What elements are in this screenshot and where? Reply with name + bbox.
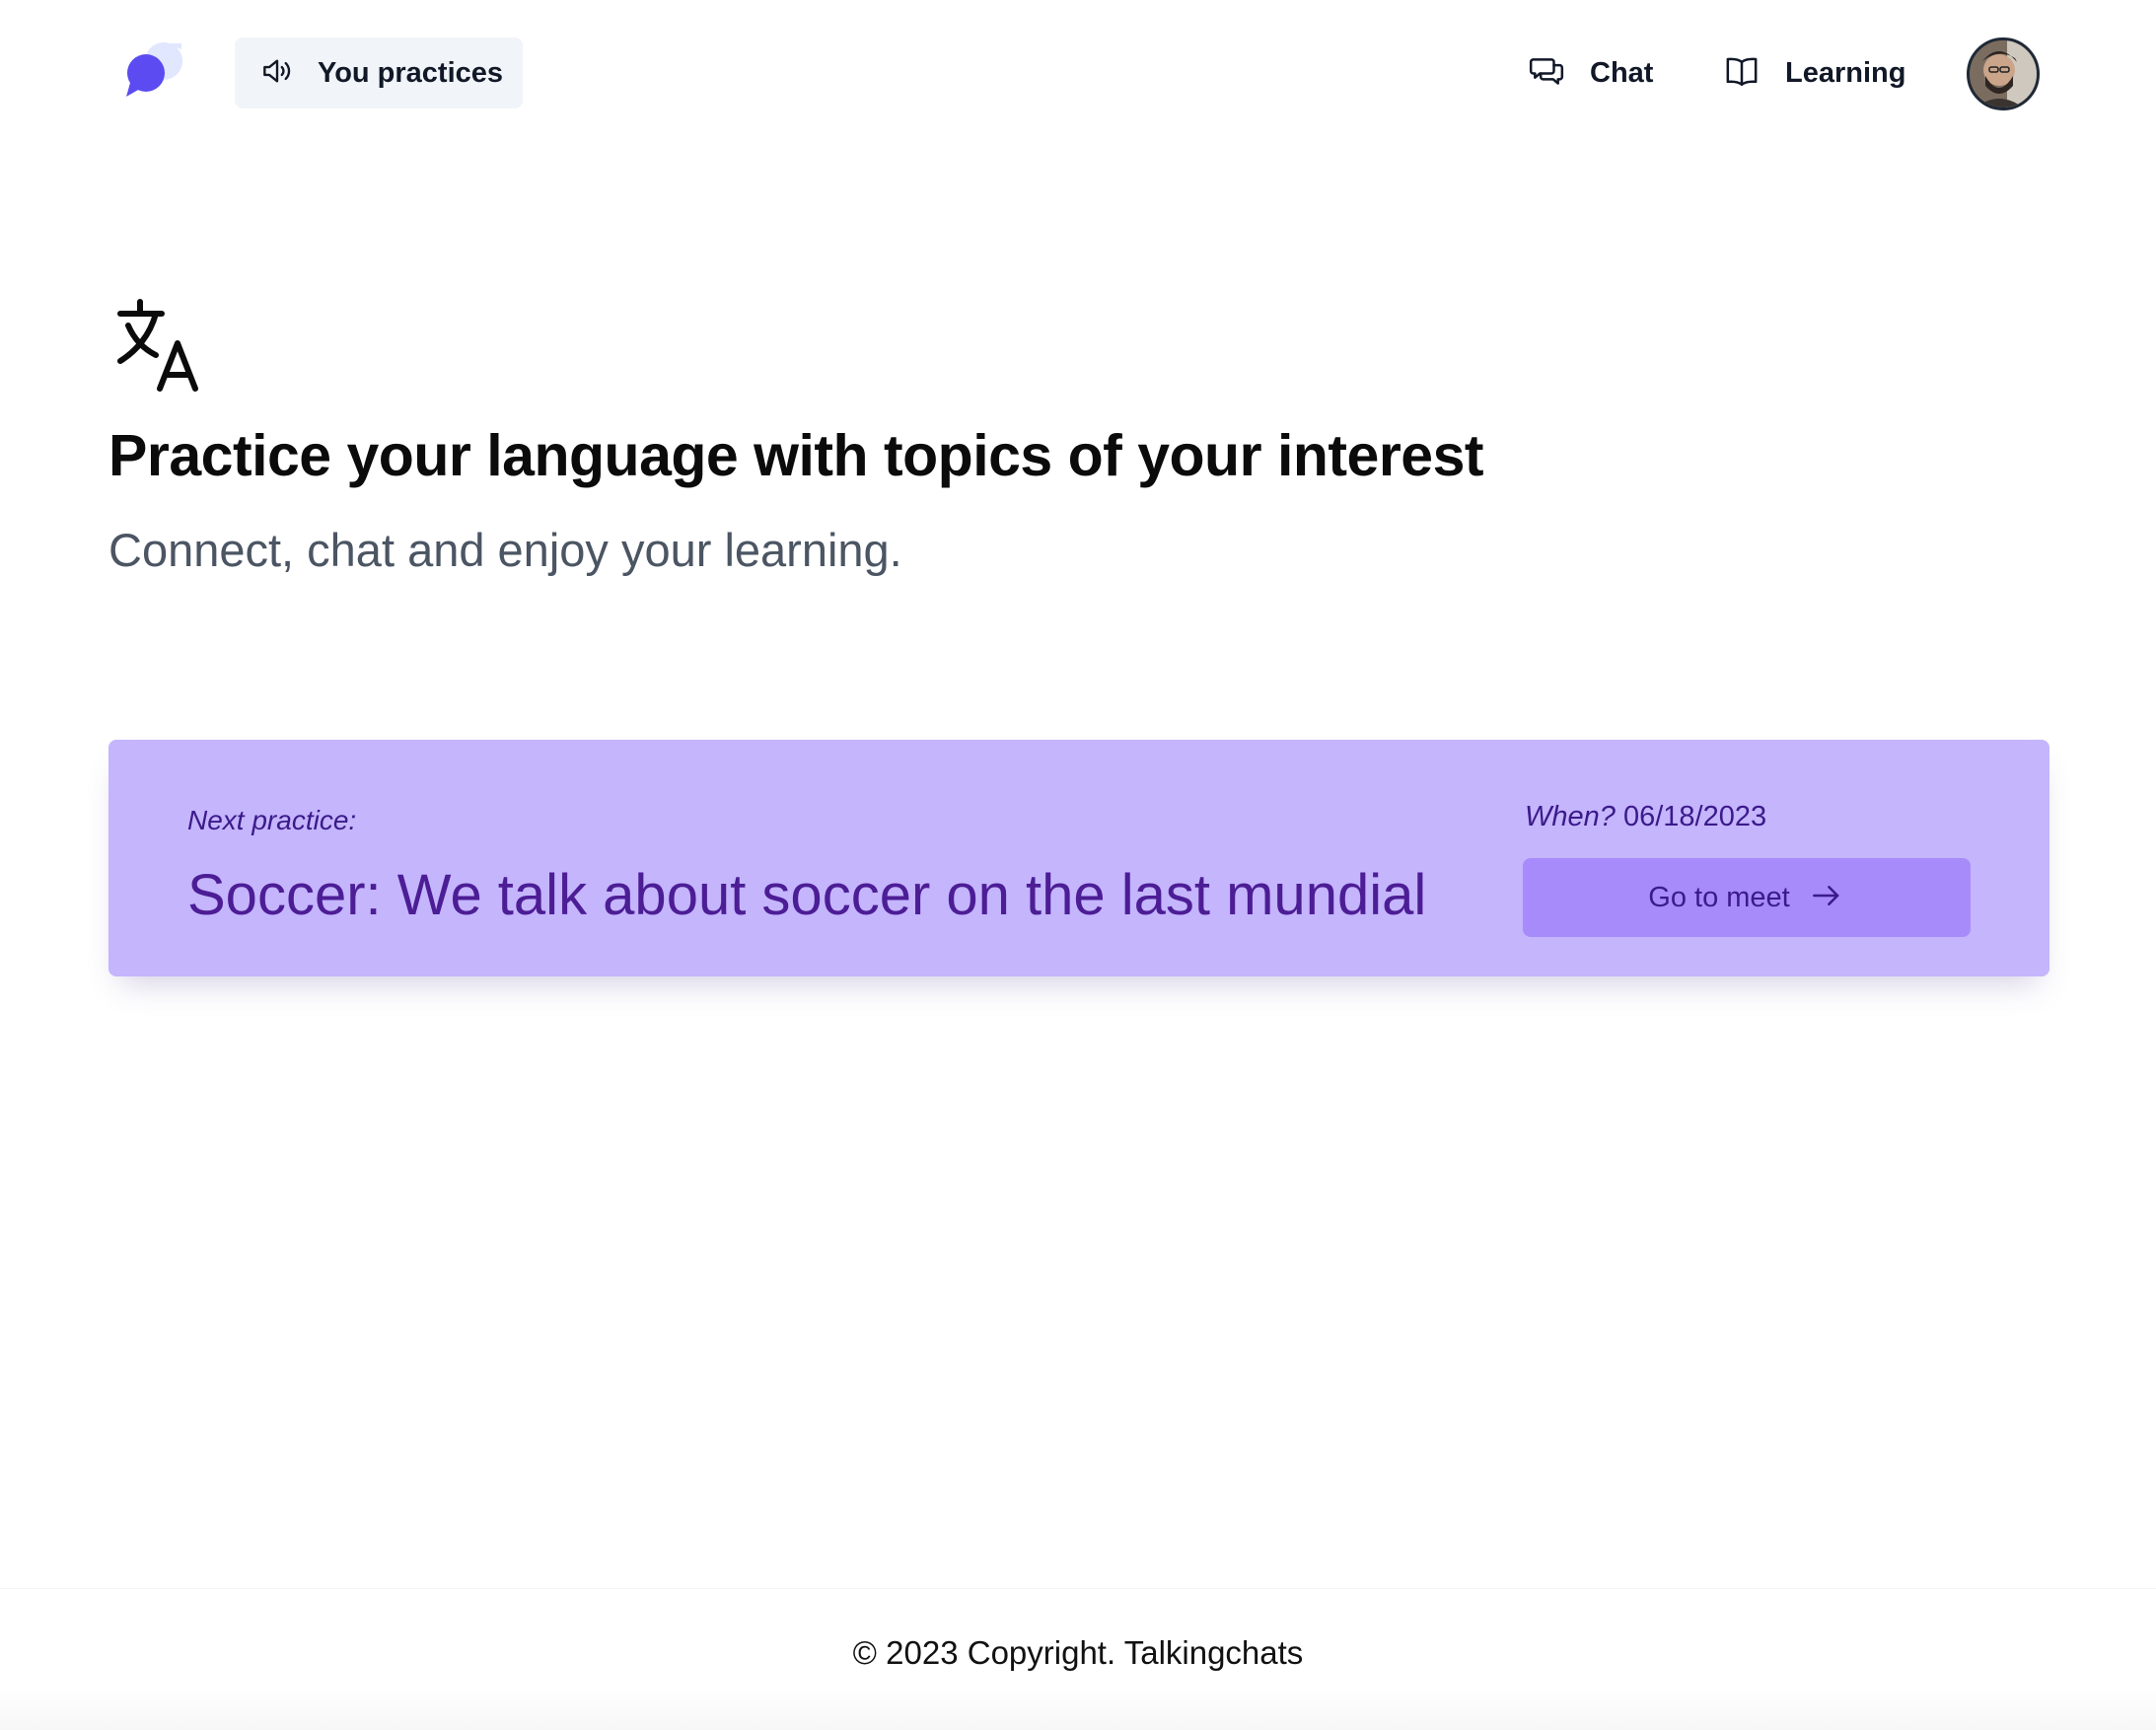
next-practice-topic: Soccer: We talk about soccer on the last…	[187, 863, 1427, 927]
page: You practices Chat Learning Practice you…	[0, 0, 2156, 1730]
top-navbar: You practices Chat Learning	[0, 0, 2156, 146]
page-title: Practice your language with topics of yo…	[108, 423, 1484, 488]
user-avatar[interactable]	[1967, 37, 2040, 110]
you-practices-button[interactable]: You practices	[235, 37, 523, 108]
next-practice-when: When? 06/18/2023	[1525, 801, 1766, 833]
app-logo-icon[interactable]	[122, 37, 189, 101]
go-to-meet-button[interactable]: Go to meet	[1523, 858, 1971, 937]
nav-chat-label: Chat	[1590, 56, 1654, 89]
nav-chat-link[interactable]: Chat	[1527, 37, 1653, 108]
when-label: When?	[1525, 801, 1616, 832]
speaker-icon	[258, 52, 296, 95]
go-to-meet-label: Go to meet	[1648, 881, 1790, 913]
translate-icon	[112, 296, 211, 395]
book-open-icon	[1722, 51, 1761, 96]
nav-learning-label: Learning	[1785, 56, 1906, 89]
footer: © 2023 Copyright. Talkingchats	[0, 1588, 2156, 1730]
next-practice-card: Next practice: Soccer: We talk about soc…	[108, 740, 2049, 976]
next-practice-label: Next practice:	[187, 805, 357, 835]
you-practices-label: You practices	[318, 56, 504, 89]
arrow-right-icon	[1808, 877, 1845, 919]
chat-bubbles-icon	[1527, 51, 1566, 96]
when-date: 06/18/2023	[1622, 801, 1767, 832]
footer-copyright: © 2023 Copyright. Talkingchats	[852, 1634, 1304, 1671]
page-subtitle: Connect, chat and enjoy your learning.	[108, 524, 902, 576]
nav-learning-link[interactable]: Learning	[1722, 37, 1905, 108]
